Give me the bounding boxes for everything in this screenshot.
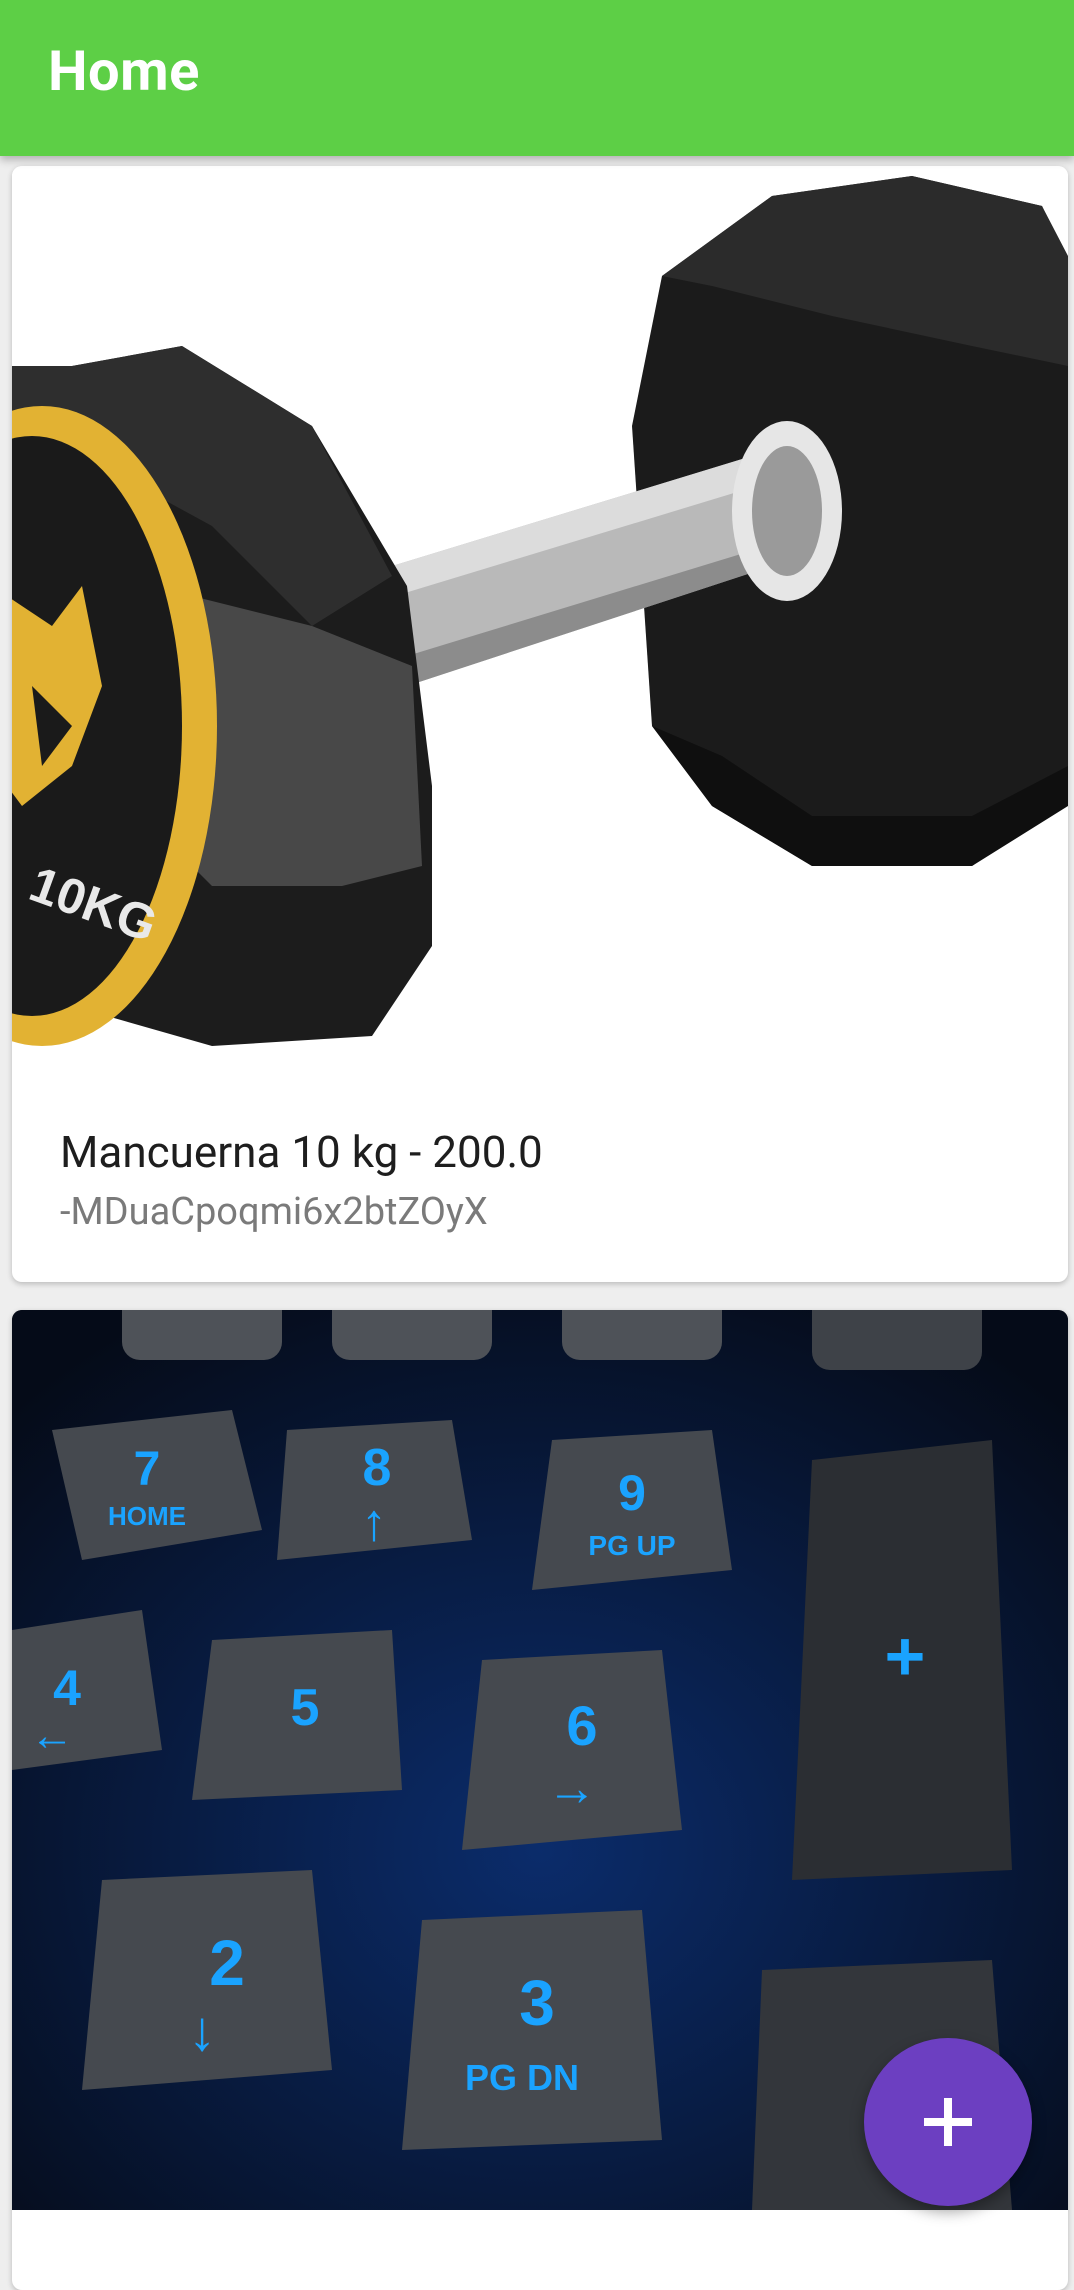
svg-text:6: 6 [566,1694,597,1757]
svg-text:+: + [885,1617,926,1695]
product-id: -MDuaCpoqmi6x2btZOyX [60,1190,488,1234]
key-4: 4 ← [12,1610,162,1770]
plus-icon [924,2098,972,2146]
svg-text:↑: ↑ [361,1494,387,1552]
svg-text:2: 2 [209,1927,245,1999]
svg-text:HOME: HOME [108,1501,186,1531]
svg-text:9: 9 [618,1465,646,1521]
key-6: 6 → [462,1650,682,1850]
product-title: Mancuerna 10 kg - 200.0 [60,1126,543,1178]
key-8: 8 ↑ [277,1420,472,1560]
key-plus: + [792,1440,1012,1880]
key-2: 2 ↓ [82,1870,332,2090]
svg-text:→: → [547,1760,597,1816]
key-3: 3 PG DN [402,1910,662,2150]
svg-text:PG DN: PG DN [465,2057,579,2098]
svg-text:8: 8 [363,1439,392,1497]
svg-text:7: 7 [134,1443,161,1496]
key-9: 9 PG UP [532,1430,732,1590]
key-5: 5 [192,1630,402,1800]
dumbbell-image: 10KG [12,176,1068,1046]
add-item-button[interactable] [864,2038,1032,2206]
svg-text:5: 5 [291,1679,320,1737]
product-card[interactable]: 10KG Mancuerna 10 kg - 200.0 -MDuaCpoqmi… [12,166,1068,1282]
page-title: Home [48,38,200,104]
app-bar: Home [0,0,1074,156]
svg-text:↓: ↓ [188,1999,216,2062]
svg-text:←: ← [30,1711,74,1760]
product-image: 10KG [12,166,1068,1066]
svg-text:4: 4 [53,1660,81,1716]
svg-text:PG UP: PG UP [588,1530,675,1561]
svg-text:3: 3 [519,1967,555,2039]
